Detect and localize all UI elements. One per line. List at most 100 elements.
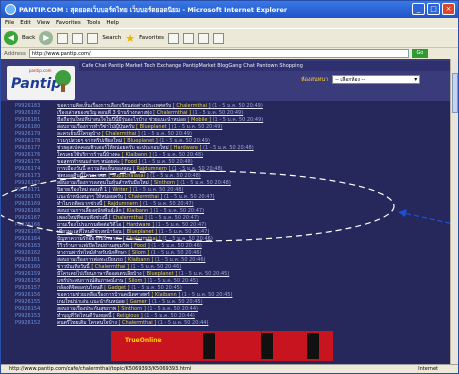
topic-room-tag[interactable]: [ Klaibann ] — [122, 152, 151, 158]
vertical-scrollbar[interactable] — [450, 59, 458, 364]
topic-room-tag[interactable]: [ Klaibann ] — [123, 208, 152, 214]
topic-room-tag[interactable]: [ Chalermthai ] — [102, 131, 140, 137]
topic-link[interactable]: เกมใหม่น่าเล่น แนะนำกันหน่อย [ Gamer ] (… — [57, 299, 203, 306]
topic-link[interactable]: มีใครเคยไปเรียนภาษาที่ออสเตรเลียบ้าง [ B… — [57, 271, 229, 278]
topic-room-tag[interactable]: [ Gamer ] — [126, 299, 150, 305]
topic-room-tag[interactable]: [ Blueplanet ] — [124, 138, 158, 144]
topic-link[interactable]: ละครเย็นนี้ใครดูบ้าง [ Chalermthai ] (1 … — [57, 131, 192, 138]
topic-room-tag[interactable]: [ Chalermthai ] — [119, 320, 157, 326]
menu-tools[interactable]: Tools — [87, 20, 101, 26]
search-button[interactable]: Search — [102, 35, 121, 41]
topic-link[interactable]: เที่ยวทะเลที่ไหนดีช่วงหน้าร้อน [ Bluepla… — [57, 229, 209, 236]
topic-room-tag[interactable]: [ Blueplanet ] — [143, 271, 177, 277]
topic-link[interactable]: สอบถามเรื่องการต่อทะเบียนรถ [ Klaibann ]… — [57, 257, 205, 264]
topic-link[interactable]: เพลงใหม่ที่ชอบฟังช่วงนี้ [ Chalermthai ]… — [57, 215, 199, 222]
topic-room-tag[interactable]: [ Klaibann ] — [125, 257, 154, 263]
topic-room-tag[interactable]: [ Chalermthai ] — [109, 215, 147, 221]
topic-room-tag[interactable]: [ Religious ] — [113, 313, 143, 319]
topic-room-tag[interactable]: [ Blueplanet ] — [136, 124, 170, 130]
topic-room-tag[interactable]: [ Sinthorn ] — [118, 306, 146, 312]
edit-icon[interactable] — [213, 32, 224, 44]
topic-room-tag[interactable]: [ Chalermthai ] — [123, 236, 161, 242]
topic-room-tag[interactable]: [ Chalermthai ] — [153, 110, 191, 116]
menu-help[interactable]: Help — [106, 20, 119, 26]
topic-room-tag[interactable]: [ Writer ] — [109, 187, 131, 193]
topic-title[interactable]: สอบถามเรื่องการทำวีซ่าไปญี่ปุ่นครับ — [57, 124, 135, 130]
topic-link[interactable]: มือถือรุ่นใหม่ที่น่าสนใจในปีนี้มีรุ่นอะไ… — [57, 117, 263, 124]
topic-title[interactable]: นิยายเรื่องใหม่ ตอนที่ 1 — [57, 187, 107, 193]
topic-title[interactable]: สอบถามการเลี้ยงสุนัขพันธุ์เล็ก — [57, 208, 121, 214]
topic-link[interactable]: แชร์ประสบการณ์สัมภาษณ์งาน [ Silom ] (1 -… — [57, 278, 198, 285]
topic-title[interactable]: สอบถามเรื่องประกันสุขภาพ — [57, 306, 116, 312]
topic-room-tag[interactable]: [ Gadget ] — [104, 285, 129, 291]
topic-link[interactable]: ข่าวบันเทิงวันนี้ [ Chalermthai ] (1 - 5… — [57, 264, 181, 271]
stop-icon[interactable] — [57, 32, 69, 44]
topic-title[interactable]: เพลงใหม่ที่ชอบฟังช่วงนี้ — [57, 215, 107, 221]
topic-link[interactable]: ช่วยดูสเปคคอมพิวเตอร์ให้หน่อยครับ จะประก… — [57, 145, 254, 152]
topic-link[interactable]: เรื่องเล่าสยองขวัญ ตอนที่ 3 บ้านร้างกลาง… — [57, 110, 243, 117]
site-nav-links[interactable]: Cafe Chat Pantip Market Tech Exchange Pa… — [79, 61, 450, 71]
topic-link[interactable]: ฟุตบอลคืนนี้ใครจะชนะ [ Supachalasai ] (1… — [57, 173, 201, 180]
menu-view[interactable]: View — [37, 20, 50, 26]
topic-title[interactable]: ขอความคิดเห็นเรื่องการเลือกเรียนต่อต่างป… — [57, 103, 171, 109]
topic-room-tag[interactable]: [ Rajdumnern ] — [133, 166, 171, 172]
topic-room-tag[interactable]: [ Klaibann ] — [151, 292, 180, 298]
topic-title[interactable]: ทำบุญที่วัดไหนดีวันหยุดนี้ — [57, 313, 111, 319]
scrollbar-thumb[interactable] — [452, 73, 458, 113]
topic-room-tag[interactable]: [ Mobile ] — [188, 117, 211, 123]
topic-title[interactable]: ทำไมรถติดมากช่วงนี้ — [57, 201, 102, 207]
topic-title[interactable]: ดนตรีไทยเดิม ใครสนใจบ้าง — [57, 320, 117, 326]
close-button[interactable]: × — [442, 3, 455, 15]
topic-link[interactable]: สอบถามการเลี้ยงสุนัขพันธุ์เล็ก [ Klaiban… — [57, 208, 204, 215]
maximize-button[interactable]: □ — [427, 3, 440, 15]
topic-title[interactable]: ขอสูตรทำขนมง่ายๆ หน่อยค่ะ — [57, 159, 120, 165]
menu-edit[interactable]: Edit — [20, 20, 31, 26]
topic-link[interactable]: ทำไมรถติดมากช่วงนี้ [ Rajdumnern ] (1 - … — [57, 201, 194, 208]
topic-title[interactable]: ข่าวบันเทิงวันนี้ — [57, 264, 90, 270]
favorites-button[interactable]: Favorites — [139, 35, 164, 41]
ad-banner[interactable]: TrueOnline — [111, 331, 333, 361]
topic-title[interactable]: ฟุตบอลคืนนี้ใครจะชนะ — [57, 173, 107, 179]
topic-title[interactable]: แชร์ประสบการณ์สัมภาษณ์งาน — [57, 278, 123, 284]
room-select[interactable]: -- เลือกห้อง -- — [332, 75, 421, 84]
topic-title[interactable]: ช่วยดูสเปคคอมพิวเตอร์ให้หน่อยครับ จะประก… — [57, 145, 169, 151]
back-arrow-icon[interactable]: ◀ — [4, 31, 18, 45]
refresh-icon[interactable] — [72, 32, 84, 44]
pantip-logo[interactable]: pantip.com Pantip — [7, 66, 75, 100]
topic-title[interactable]: ถามเรื่องโปรแกรมตัดต่อวิดีโอ — [57, 222, 121, 228]
topic-link[interactable]: ถามเรื่องโปรแกรมตัดต่อวิดีโอ [ Hardware … — [57, 222, 206, 229]
topic-room-tag[interactable]: [ Chalermthai ] — [125, 194, 163, 200]
topic-link[interactable]: สอบถามเรื่องการทำวีซ่าไปญี่ปุ่นครับ [ Bl… — [57, 124, 222, 131]
topic-link[interactable]: ทำบุญที่วัดไหนดีวันหยุดนี้ [ Religious ]… — [57, 313, 195, 320]
topic-room-tag[interactable]: [ Sinthorn ] — [150, 180, 178, 186]
topic-title[interactable]: ปัญหาความรักอยากปรึกษาค่ะ — [57, 236, 121, 242]
favorites-star-icon[interactable]: ★ — [125, 33, 135, 44]
topic-title[interactable]: ใครเคยใช้บริการร้านนี้บ้างคะ — [57, 152, 120, 158]
topic-title[interactable]: สอบถามเรื่องการลงทุนในหุ้นสำหรับมือใหม่ — [57, 180, 149, 186]
topic-link[interactable]: ขอสูตรทำขนมง่ายๆ หน่อยค่ะ [ Food ] (1 - … — [57, 159, 193, 166]
back-label[interactable]: Back — [22, 35, 35, 41]
topic-link[interactable]: การเมืองวันนี้ ความคิดเห็นของคุณ [ Rajdu… — [57, 166, 223, 173]
topic-link[interactable]: ขอความคิดเห็นเรื่องการเลือกเรียนต่อต่างป… — [57, 103, 263, 110]
home-icon[interactable] — [87, 32, 99, 44]
go-button[interactable]: Go — [411, 49, 428, 58]
topic-link[interactable]: แนะนำหนังสนุกๆ ให้หน่อยครับ [ Chalermtha… — [57, 194, 215, 201]
topic-link[interactable]: ปัญหาความรักอยากปรึกษาค่ะ [ Chalermthai … — [57, 236, 213, 243]
topic-room-tag[interactable]: [ Food ] — [131, 243, 150, 249]
topic-title[interactable]: มือถือรุ่นใหม่ที่น่าสนใจในปีนี้มีรุ่นอะไ… — [57, 117, 186, 123]
topic-link[interactable]: ใครเคยใช้บริการร้านนี้บ้างคะ [ Klaibann … — [57, 152, 203, 159]
topic-room-tag[interactable]: [ Silom ] — [128, 250, 149, 256]
minimize-button[interactable]: _ — [412, 3, 425, 15]
topic-title[interactable]: ขอความช่วยเหลือเรื่องการบ้านคณิตศาสตร์ — [57, 292, 150, 298]
forward-arrow-icon[interactable]: ▶ — [39, 31, 54, 45]
topic-title[interactable]: รีวิวร้านกาแฟเปิดใหม่ย่านสุขุมวิท — [57, 243, 129, 249]
topic-room-tag[interactable]: [ Hardware ] — [123, 222, 154, 228]
topic-link[interactable]: ดนตรีไทยเดิม ใครสนใจบ้าง [ Chalermthai ]… — [57, 320, 208, 327]
topic-link[interactable]: กล้องดิจิตอลรุ่นไหนดี [ Gadget ] (1 - 5 … — [57, 285, 182, 292]
topic-link[interactable]: หางานพาร์ทไทม์สำหรับนักศึกษา [ Silom ] (… — [57, 250, 202, 257]
topic-room-tag[interactable]: [ Blueplanet ] — [123, 229, 157, 235]
topic-link[interactable]: รวมรูปสวยๆ จากทริปเชียงใหม่ [ Blueplanet… — [57, 138, 210, 145]
topic-room-tag[interactable]: [ Food ] — [121, 159, 140, 165]
topic-room-tag[interactable]: [ Hardware ] — [170, 145, 201, 151]
print-icon[interactable] — [198, 32, 209, 44]
